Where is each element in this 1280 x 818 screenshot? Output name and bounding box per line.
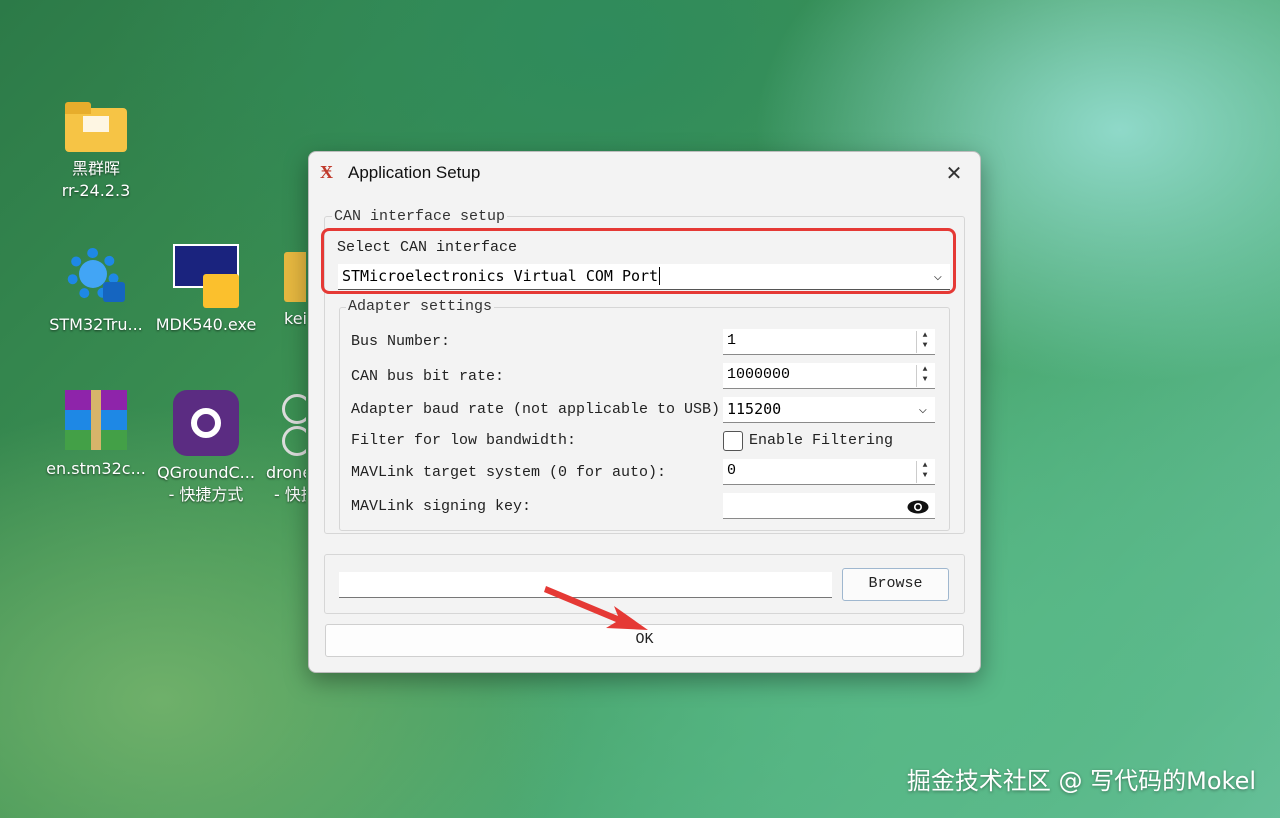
bitrate-label: CAN bus bit rate: (351, 368, 505, 385)
bus-number-label: Bus Number: (351, 333, 451, 350)
folder-icon (65, 102, 127, 152)
desktop-icon-drone[interactable]: drone - 快捷 (260, 390, 306, 506)
enable-filtering-label[interactable]: Enable Filtering (749, 432, 893, 449)
desktop-icon-label: kei (284, 309, 306, 328)
desktop-icon-label: rr-24.2.3 (61, 181, 131, 200)
eye-icon[interactable] (907, 497, 929, 514)
folder-icon (284, 252, 306, 302)
desktop-icon-label: MDK540.exe (155, 315, 257, 334)
desktop-icon-label: 黑群晖 (71, 159, 120, 178)
drone-icon (282, 390, 306, 456)
spin-down-icon[interactable]: ▼ (917, 471, 933, 481)
desktop-icon-label: - 快捷方式 (168, 485, 244, 504)
baud-rate-label: Adapter baud rate (not applicable to USB… (351, 401, 730, 418)
app-logo-icon: Ӿ (320, 162, 333, 183)
desktop-icon-mdk[interactable]: MDK540.exe (151, 244, 261, 336)
signing-key-field[interactable] (723, 493, 935, 519)
arrow-annotation (544, 586, 648, 630)
can-interface-group-label: CAN interface setup (332, 208, 508, 225)
bus-number-spinbox[interactable]: 1 ▲ ▼ (723, 329, 935, 355)
desktop-icon-winrar[interactable]: en.stm32c... (41, 390, 151, 480)
enable-filtering-checkbox[interactable] (723, 431, 743, 451)
bus-number-value: 1 (727, 332, 737, 349)
spin-up-icon[interactable]: ▲ (917, 461, 933, 471)
gear-lock-icon (63, 244, 129, 308)
baud-rate-select[interactable]: 115200 ⌵ (723, 397, 935, 423)
mavlink-target-label: MAVLink target system (0 for auto): (351, 464, 667, 481)
spin-buttons[interactable]: ▲ ▼ (916, 365, 933, 387)
desktop-icon-label: STM32Tru... (49, 315, 143, 334)
browse-button[interactable]: Browse (842, 568, 949, 601)
spin-buttons[interactable]: ▲ ▼ (916, 331, 933, 353)
spin-down-icon[interactable]: ▼ (917, 375, 933, 385)
chevron-down-icon: ⌵ (918, 401, 927, 417)
watermark-text: 掘金技术社区 @ 写代码的Mokel (906, 767, 1256, 795)
adapter-settings-label: Adapter settings (346, 298, 495, 315)
archive-icon (63, 390, 129, 452)
desktop-icon-label: QGroundC... (157, 463, 255, 482)
dialog-titlebar[interactable]: Ӿ Application Setup ✕ (309, 152, 980, 194)
desktop-icon-label: drone (266, 463, 306, 482)
baud-rate-value: 115200 (727, 400, 782, 418)
spin-up-icon[interactable]: ▲ (917, 331, 933, 341)
mavlink-target-value: 0 (727, 462, 737, 479)
desktop-icon-stm32[interactable]: STM32Tru... (41, 244, 151, 336)
mavlink-target-spinbox[interactable]: 0 ▲ ▼ (723, 459, 935, 485)
desktop-icon-synology[interactable]: 黑群晖 rr-24.2.3 (41, 102, 151, 202)
desktop-icon-label: en.stm32c... (46, 459, 146, 478)
installer-icon (173, 244, 239, 308)
signing-key-label: MAVLink signing key: (351, 498, 532, 515)
bitrate-spinbox[interactable]: 1000000 ▲ ▼ (723, 363, 935, 389)
close-icon: ✕ (945, 161, 963, 185)
desktop-icon-label: - 快捷 (274, 485, 306, 504)
dialog-title: Application Setup (348, 163, 481, 182)
filter-label: Filter for low bandwidth: (351, 432, 577, 449)
spin-buttons[interactable]: ▲ ▼ (916, 461, 933, 483)
spin-up-icon[interactable]: ▲ (917, 365, 933, 375)
qgc-icon (173, 390, 239, 456)
bitrate-value: 1000000 (727, 366, 791, 383)
desktop-icon-keil[interactable]: kei (260, 244, 306, 330)
spin-down-icon[interactable]: ▼ (917, 341, 933, 351)
highlight-annotation (321, 228, 956, 294)
close-button[interactable]: ✕ (942, 161, 966, 185)
desktop-icon-qgroundcontrol[interactable]: QGroundC... - 快捷方式 (151, 390, 261, 506)
